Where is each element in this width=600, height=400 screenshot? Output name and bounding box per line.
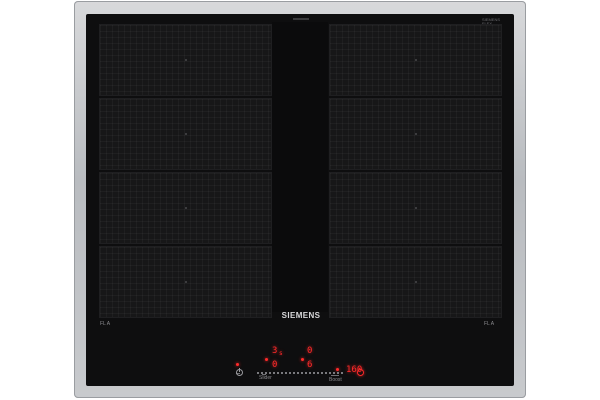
boost-mark — [331, 375, 339, 376]
zone-center-dot — [414, 207, 417, 209]
right-zone-4[interactable] — [329, 246, 502, 318]
zone-center-dot — [184, 207, 187, 209]
left-lower-display: 0 — [272, 360, 278, 370]
power-slider[interactable] — [257, 372, 343, 374]
left-power-suffix: s — [279, 350, 283, 357]
cooktop-photo: SIEMENS FLEX SIEMENS FL A FL A 3 s 0 0 6… — [0, 0, 600, 400]
boost-label: Boost — [329, 377, 342, 383]
right-zone-2[interactable] — [329, 98, 502, 170]
slider-label: Slider — [259, 375, 272, 381]
control-panel: FL A FL A 3 s 0 0 6 160 Boost — [86, 318, 514, 386]
zone-center-dot — [414, 59, 417, 61]
power-icon[interactable] — [236, 368, 243, 376]
right-zone-3[interactable] — [329, 172, 502, 244]
center-lower-display: 6 — [307, 360, 313, 370]
left-zone-3[interactable] — [99, 172, 272, 244]
left-zone-label: FL A — [100, 321, 111, 327]
right-zone-label: FL A — [484, 321, 495, 327]
top-center-mark — [293, 18, 309, 20]
status-led — [236, 363, 239, 366]
left-zone-1[interactable] — [99, 24, 272, 96]
center-upper-display: 0 — [307, 346, 313, 356]
timer-indicator-led — [336, 368, 339, 371]
zone-center-dot — [414, 133, 417, 135]
left-zone-4[interactable] — [99, 246, 272, 318]
zone-center-dot — [414, 281, 417, 283]
right-zone-1[interactable] — [329, 24, 502, 96]
zone-indicator-led — [301, 358, 304, 361]
ceramic-glass-surface: SIEMENS FLEX SIEMENS FL A FL A 3 s 0 0 6… — [86, 14, 514, 386]
zone-center-dot — [184, 133, 187, 135]
left-power-display: 3 — [272, 346, 278, 356]
zone-indicator-led — [265, 358, 268, 361]
zone-center-dot — [184, 59, 187, 61]
left-zone-2[interactable] — [99, 98, 272, 170]
zone-center-dot — [184, 281, 187, 283]
center-strip — [272, 22, 328, 312]
lock-icon[interactable] — [357, 369, 364, 376]
